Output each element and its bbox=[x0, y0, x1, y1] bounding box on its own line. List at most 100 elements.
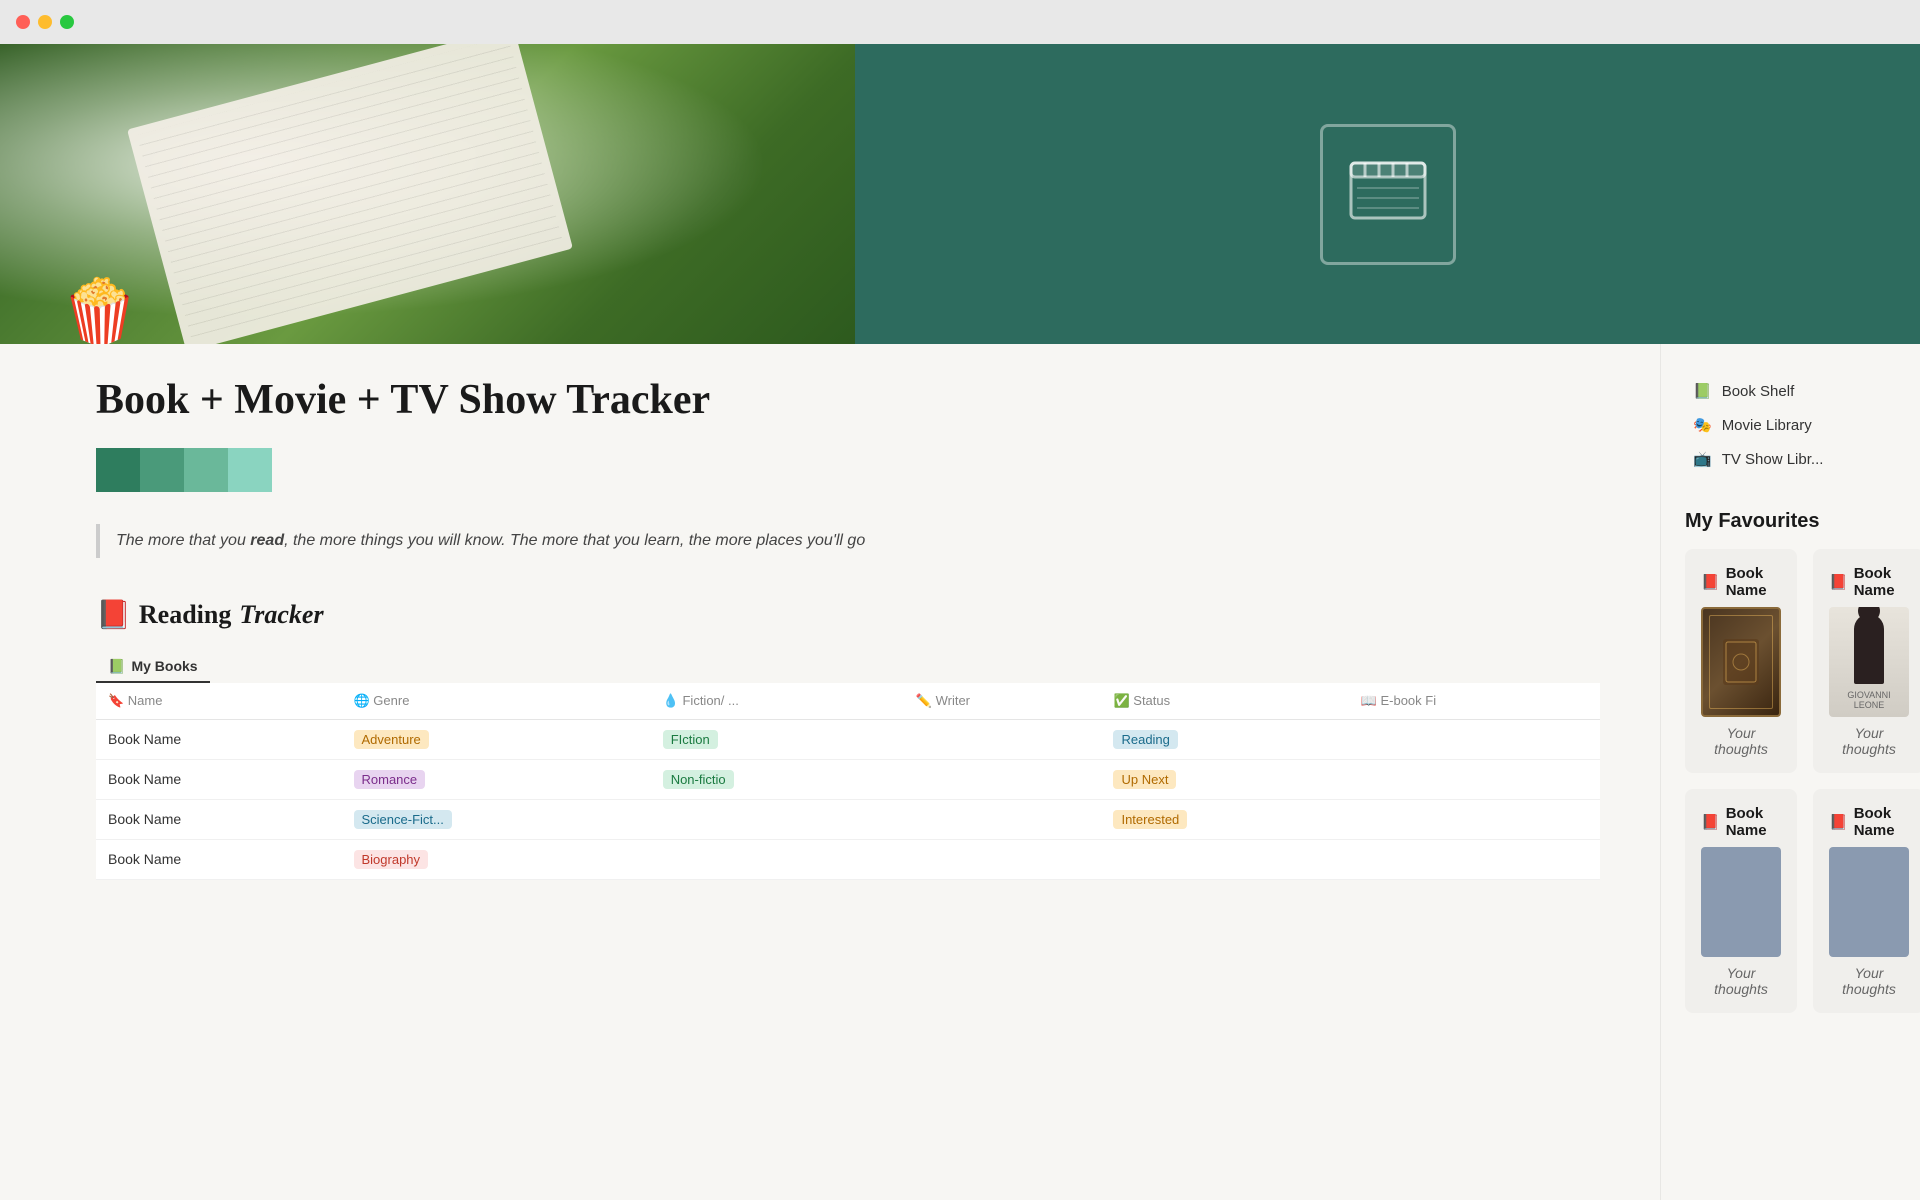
cell-fiction: FIction bbox=[651, 719, 904, 759]
tab-icon: 📗 bbox=[108, 658, 125, 675]
table-header-row: 🔖 Name 🌐 Genre 💧 Fiction/ ... ✏️ Writer … bbox=[96, 683, 1600, 720]
cell-name: Book Name bbox=[96, 799, 342, 839]
close-button[interactable] bbox=[16, 15, 30, 29]
fav-thoughts: Your thoughts bbox=[1701, 725, 1781, 757]
fav-card-name: Book Name bbox=[1854, 805, 1909, 839]
fav-card-title: 📕 Book Name bbox=[1701, 565, 1781, 599]
person-silhouette bbox=[1854, 614, 1884, 684]
cell-name: Book Name bbox=[96, 839, 342, 879]
minimize-button[interactable] bbox=[38, 15, 52, 29]
hero-banner: 🍿 bbox=[0, 44, 1920, 344]
book-cover-ornate bbox=[1701, 607, 1781, 717]
sidebar-item-bookshelf[interactable]: 📗 Book Shelf bbox=[1685, 376, 1896, 406]
cell-writer bbox=[904, 759, 1102, 799]
table-row[interactable]: Book Name Biography bbox=[96, 839, 1600, 879]
cell-genre: Science-Fict... bbox=[342, 799, 651, 839]
tvshow-label: TV Show Libr... bbox=[1722, 451, 1824, 468]
fav-card-emoji: 📕 bbox=[1829, 813, 1848, 831]
movie-clapperboard-icon bbox=[1320, 124, 1456, 265]
genre-tag: Adventure bbox=[354, 730, 429, 749]
reading-italic: Tracker bbox=[239, 600, 323, 630]
tab-label: My Books bbox=[131, 658, 197, 674]
cell-fiction: Non-fictio bbox=[651, 759, 904, 799]
cell-genre: Romance bbox=[342, 759, 651, 799]
page-title: Book + Movie + TV Show Tracker bbox=[96, 376, 1600, 424]
reading-emoji: 📕 bbox=[96, 598, 131, 632]
books-tabs: 📗 My Books bbox=[96, 652, 210, 683]
fav-thoughts: Your thoughts bbox=[1829, 725, 1909, 757]
book-cover-person: GIOVANNILEONE bbox=[1829, 607, 1909, 717]
fav-card-name: Book Name bbox=[1726, 565, 1781, 599]
col-fiction: 💧 Fiction/ ... bbox=[651, 683, 904, 720]
col-writer: ✏️ Writer bbox=[904, 683, 1102, 720]
favourites-title: My Favourites bbox=[1685, 510, 1896, 533]
genre-tag: Science-Fict... bbox=[354, 810, 452, 829]
book-cover-plain bbox=[1701, 847, 1781, 957]
quote-block: The more that you read, the more things … bbox=[96, 524, 1600, 558]
movielibrary-icon: 🎭 bbox=[1693, 416, 1712, 434]
book-cover-plain bbox=[1829, 847, 1909, 957]
color-swatches bbox=[96, 448, 1600, 492]
fav-card-emoji: 📕 bbox=[1701, 573, 1720, 591]
swatch-4 bbox=[228, 448, 272, 492]
fav-card-emoji: 📕 bbox=[1701, 813, 1720, 831]
swatch-1 bbox=[96, 448, 140, 492]
movielibrary-label: Movie Library bbox=[1722, 417, 1812, 434]
fiction-tag: Non-fictio bbox=[663, 770, 734, 789]
favourites-section: My Favourites 📕 Book Name Your thoughts … bbox=[1685, 510, 1896, 1013]
genre-tag: Romance bbox=[354, 770, 426, 789]
sidebar-item-movielibrary[interactable]: 🎭 Movie Library bbox=[1685, 410, 1896, 440]
cell-name: Book Name bbox=[96, 759, 342, 799]
cell-status: Reading bbox=[1101, 719, 1348, 759]
sidebar-item-tvshow[interactable]: 📺 TV Show Libr... bbox=[1685, 444, 1896, 474]
col-status: ✅ Status bbox=[1101, 683, 1348, 720]
table-row[interactable]: Book Name Romance Non-fictio Up Next bbox=[96, 759, 1600, 799]
maximize-button[interactable] bbox=[60, 15, 74, 29]
hero-image-right bbox=[855, 44, 1920, 344]
favourites-grid: 📕 Book Name Your thoughts 📕 Book Name GI… bbox=[1685, 549, 1896, 1013]
table-row[interactable]: Book Name Science-Fict... Interested bbox=[96, 799, 1600, 839]
cell-ebook bbox=[1349, 799, 1600, 839]
cell-status bbox=[1101, 839, 1348, 879]
tab-my-books[interactable]: 📗 My Books bbox=[96, 652, 210, 681]
cell-genre: Biography bbox=[342, 839, 651, 879]
fiction-tag: FIction bbox=[663, 730, 718, 749]
cell-name: Book Name bbox=[96, 719, 342, 759]
table-row[interactable]: Book Name Adventure FIction Reading bbox=[96, 719, 1600, 759]
hero-image-left: 🍿 bbox=[0, 44, 855, 344]
tvshow-icon: 📺 bbox=[1693, 450, 1712, 468]
fav-card[interactable]: 📕 Book Name Your thoughts bbox=[1685, 789, 1797, 1013]
reading-text: Reading bbox=[139, 600, 231, 630]
quote-bold: read bbox=[250, 532, 284, 549]
fav-card[interactable]: 📕 Book Name Your thoughts bbox=[1813, 789, 1920, 1013]
fav-card-name: Book Name bbox=[1726, 805, 1781, 839]
cell-status: Up Next bbox=[1101, 759, 1348, 799]
fav-card-title: 📕 Book Name bbox=[1829, 805, 1909, 839]
fav-card[interactable]: 📕 Book Name GIOVANNILEONE Your thoughts bbox=[1813, 549, 1920, 773]
cell-writer bbox=[904, 799, 1102, 839]
cell-writer bbox=[904, 719, 1102, 759]
fav-card[interactable]: 📕 Book Name Your thoughts bbox=[1685, 549, 1797, 773]
fav-card-emoji: 📕 bbox=[1829, 573, 1848, 591]
fav-thoughts: Your thoughts bbox=[1829, 965, 1909, 997]
cell-fiction bbox=[651, 799, 904, 839]
cell-ebook bbox=[1349, 839, 1600, 879]
fav-thoughts: Your thoughts bbox=[1701, 965, 1781, 997]
title-bar bbox=[0, 0, 1920, 44]
books-table: 🔖 Name 🌐 Genre 💧 Fiction/ ... ✏️ Writer … bbox=[96, 683, 1600, 880]
swatch-3 bbox=[184, 448, 228, 492]
sidebar-nav: 📗 Book Shelf 🎭 Movie Library 📺 TV Show L… bbox=[1685, 376, 1896, 478]
fav-card-name: Book Name bbox=[1854, 565, 1909, 599]
bookshelf-label: Book Shelf bbox=[1722, 383, 1795, 400]
cell-genre: Adventure bbox=[342, 719, 651, 759]
reading-tracker-heading: 📕 Reading Tracker bbox=[96, 598, 1600, 632]
col-genre: 🌐 Genre bbox=[342, 683, 651, 720]
sidebar: 📗 Book Shelf 🎭 Movie Library 📺 TV Show L… bbox=[1660, 344, 1920, 1200]
fav-card-title: 📕 Book Name bbox=[1829, 565, 1909, 599]
popcorn-emoji: 🍿 bbox=[60, 280, 140, 344]
genre-tag: Biography bbox=[354, 850, 429, 869]
swatch-2 bbox=[140, 448, 184, 492]
col-ebook: 📖 E-book Fi bbox=[1349, 683, 1600, 720]
status-tag: Interested bbox=[1113, 810, 1187, 829]
status-tag: Up Next bbox=[1113, 770, 1176, 789]
